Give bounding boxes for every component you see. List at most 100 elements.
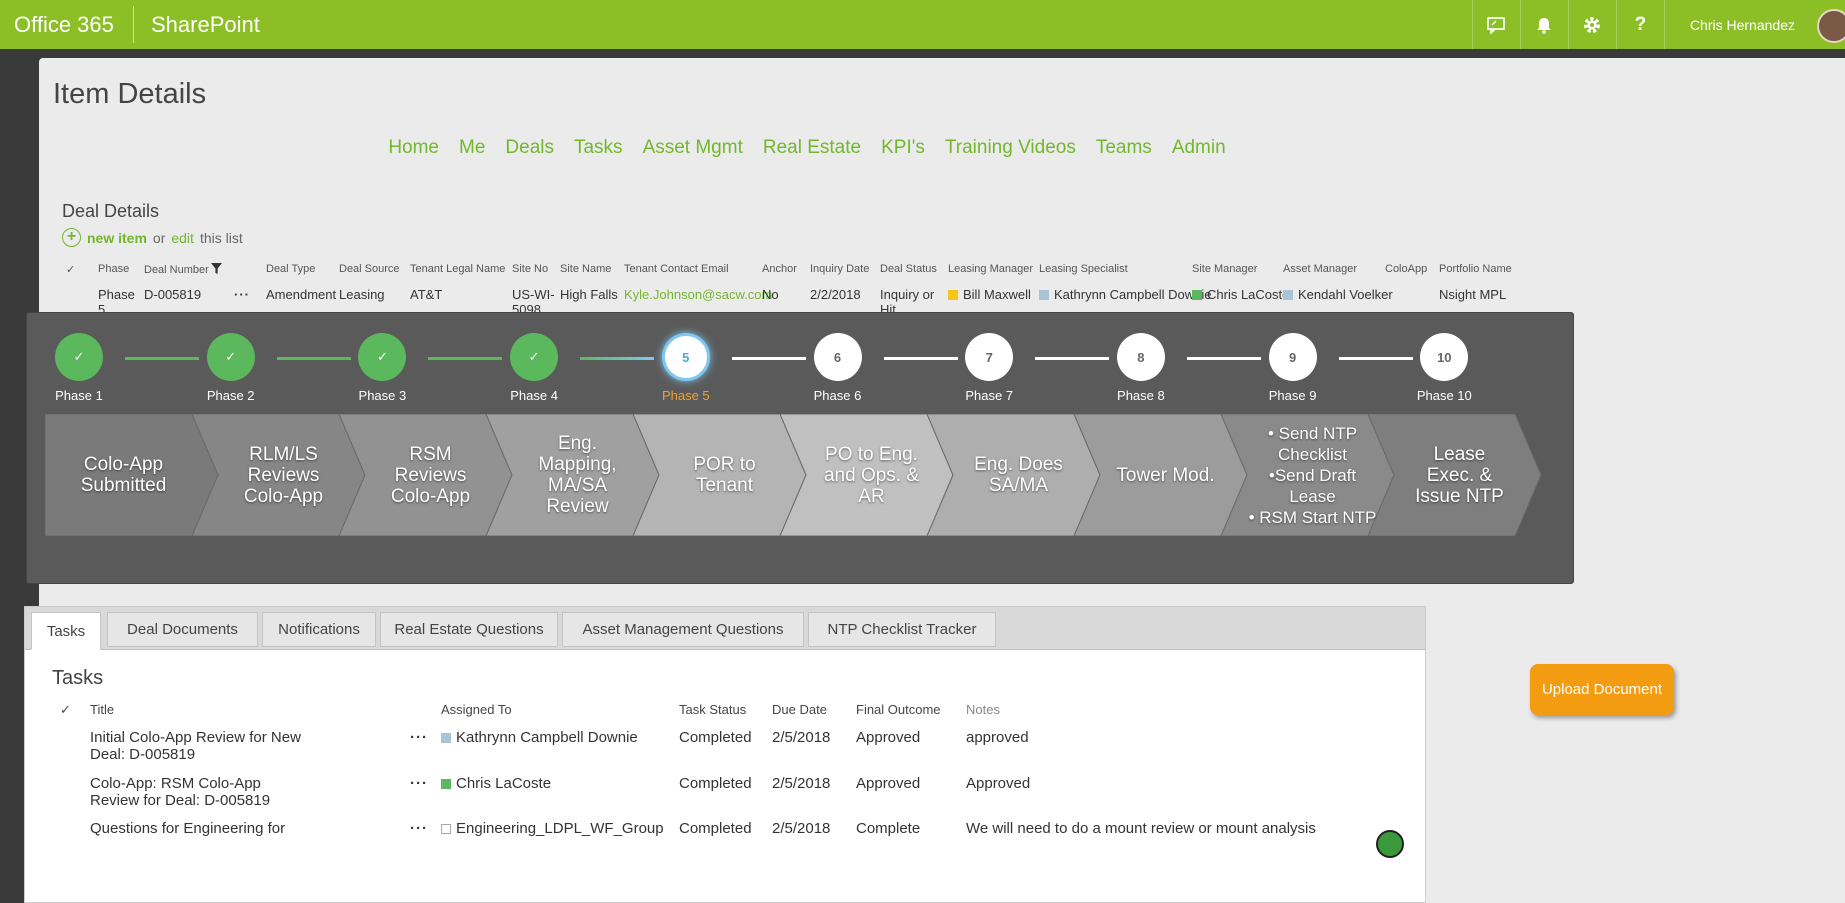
notifications-button[interactable] <box>1519 0 1568 49</box>
new-item-link[interactable]: new item <box>87 230 147 246</box>
phase-step[interactable]: 9 Phase 9 <box>1253 333 1333 403</box>
phase-step[interactable]: ✓ Phase 3 <box>342 333 422 403</box>
chat-button[interactable] <box>1471 0 1520 49</box>
col-deal-type[interactable]: Deal Type <box>266 263 315 275</box>
nav-kpis[interactable]: KPI's <box>881 137 925 159</box>
phase-label: Phase 3 <box>358 388 407 403</box>
col-due-date[interactable]: Due Date <box>772 702 827 717</box>
col-asset-manager[interactable]: Asset Manager <box>1283 263 1357 275</box>
refresh-icon[interactable] <box>1376 830 1404 858</box>
task-notes: We will need to do a mount review or mou… <box>966 820 1316 837</box>
col-site-name[interactable]: Site Name <box>560 263 611 275</box>
phase-step[interactable]: ✓ Phase 2 <box>191 333 271 403</box>
phase-connector <box>1035 357 1110 360</box>
phase-number: 9 <box>1268 333 1317 381</box>
add-icon[interactable]: + <box>62 228 81 247</box>
process-step-label: Tower Mod. <box>1116 464 1215 486</box>
check-icon: ✓ <box>510 333 559 381</box>
phase-step[interactable]: 10 Phase 10 <box>1404 333 1484 403</box>
phase-tracker: ✓ Phase 1 ✓ Phase 2 ✓ Phase 3 ✓ Phase 4 5 Phase 5… <box>26 312 1574 584</box>
new-item-bar: + new item or edit this list <box>62 228 243 247</box>
col-leasing-manager[interactable]: Leasing Manager <box>948 263 1033 275</box>
col-coloapp[interactable]: ColoApp <box>1385 263 1427 275</box>
nav-deals[interactable]: Deals <box>505 137 554 159</box>
col-anchor[interactable]: Anchor <box>762 263 797 275</box>
nav-asset-mgmt[interactable]: Asset Mgmt <box>643 137 743 159</box>
edit-list-link[interactable]: edit <box>171 230 194 246</box>
presence-indicator <box>1283 290 1293 300</box>
deal-tenant: AT&T <box>410 287 443 302</box>
col-portfolio-name[interactable]: Portfolio Name <box>1439 263 1512 275</box>
phase-step[interactable]: 5 Phase 5 <box>646 333 726 403</box>
tab-ntp-checklist-tracker[interactable]: NTP Checklist Tracker <box>808 612 996 647</box>
select-all-checkmark[interactable]: ✓ <box>66 263 75 276</box>
nav-tasks[interactable]: Tasks <box>574 137 623 159</box>
user-menu[interactable]: Chris Hernandez <box>1663 0 1845 49</box>
tab-real-estate-questions[interactable]: Real Estate Questions <box>380 612 558 647</box>
phase-label: Phase 4 <box>510 388 558 403</box>
help-button[interactable]: ? <box>1615 0 1664 49</box>
this-list-text: this list <box>199 229 243 246</box>
tab-tasks[interactable]: Tasks <box>31 612 101 650</box>
nav-teams[interactable]: Teams <box>1096 137 1152 159</box>
tab-asset-management-questions[interactable]: Asset Management Questions <box>562 612 804 647</box>
task-row[interactable]: Questions for Engineering for ··· Engine… <box>52 820 1422 864</box>
tab-deal-documents[interactable]: Deal Documents <box>107 612 258 647</box>
phase-step[interactable]: 8 Phase 8 <box>1101 333 1181 403</box>
nav-me[interactable]: Me <box>459 137 485 159</box>
office365-link[interactable]: Office 365 <box>14 12 114 38</box>
col-site-no[interactable]: Site No <box>512 263 548 275</box>
col-deal-source[interactable]: Deal Source <box>339 263 400 275</box>
ellipsis-menu-icon[interactable]: ··· <box>234 287 250 302</box>
ellipsis-menu-icon[interactable]: ··· <box>410 820 428 837</box>
deal-inquiry-date: 2/2/2018 <box>810 287 861 302</box>
col-task-status[interactable]: Task Status <box>679 702 746 717</box>
help-icon: ? <box>1634 13 1647 35</box>
nav-home[interactable]: Home <box>388 137 439 159</box>
user-name: Chris Hernandez <box>1689 16 1795 33</box>
col-notes[interactable]: Notes <box>966 702 1000 717</box>
col-tenant-contact-email[interactable]: Tenant Contact Email <box>624 263 729 275</box>
task-title[interactable]: Initial Colo-App Review for New Deal: D-… <box>90 729 310 763</box>
col-deal-number[interactable]: Deal Number <box>144 263 222 276</box>
phase-label: Phase 7 <box>965 388 1014 403</box>
tab-notifications[interactable]: Notifications <box>262 612 376 647</box>
select-all-checkmark[interactable]: ✓ <box>60 702 71 718</box>
chat-icon <box>1487 16 1506 34</box>
task-title[interactable]: Questions for Engineering for <box>90 820 285 837</box>
col-tenant-legal-name[interactable]: Tenant Legal Name <box>410 263 505 275</box>
phase-connector <box>276 357 351 360</box>
col-leasing-specialist[interactable]: Leasing Specialist <box>1039 263 1128 275</box>
nav-admin[interactable]: Admin <box>1172 137 1226 159</box>
phase-step[interactable]: 7 Phase 7 <box>949 333 1029 403</box>
task-assigned: Kathrynn Campbell Downie <box>441 729 638 746</box>
check-icon: ✓ <box>358 333 407 381</box>
process-step-label: • Send NTP Checklist •Send Draft Lease •… <box>1248 423 1377 527</box>
col-phase[interactable]: Phase <box>98 263 129 275</box>
task-due: 2/5/2018 <box>772 729 831 746</box>
task-row[interactable]: Colo-App: RSM Colo-App Review for Deal: … <box>52 775 1422 819</box>
col-inquiry-date[interactable]: Inquiry Date <box>810 263 869 275</box>
ellipsis-menu-icon[interactable]: ··· <box>410 729 428 746</box>
sharepoint-link[interactable]: SharePoint <box>151 12 260 38</box>
col-assigned-to[interactable]: Assigned To <box>441 702 512 717</box>
ellipsis-menu-icon[interactable]: ··· <box>410 775 428 792</box>
task-row[interactable]: Initial Colo-App Review for New Deal: D-… <box>52 729 1422 773</box>
task-assigned: Engineering_LDPL_WF_Group <box>441 820 664 837</box>
settings-button[interactable] <box>1567 0 1616 49</box>
nav-real-estate[interactable]: Real Estate <box>763 137 861 159</box>
upload-document-button[interactable]: Upload Document <box>1530 664 1674 715</box>
task-notes: Approved <box>966 775 1031 792</box>
phase-step[interactable]: ✓ Phase 4 <box>494 333 574 403</box>
deal-number[interactable]: D-005819 <box>144 287 201 302</box>
phase-step[interactable]: 6 Phase 6 <box>798 333 878 403</box>
col-site-manager[interactable]: Site Manager <box>1192 263 1257 275</box>
col-deal-status[interactable]: Deal Status <box>880 263 937 275</box>
nav-training-videos[interactable]: Training Videos <box>945 137 1076 159</box>
task-title[interactable]: Colo-App: RSM Colo-App Review for Deal: … <box>90 775 310 809</box>
phase-step[interactable]: ✓ Phase 1 <box>39 333 119 403</box>
deal-email-link[interactable]: Kyle.Johnson@sacw.com <box>624 287 772 302</box>
col-title[interactable]: Title <box>90 702 114 717</box>
col-final-outcome[interactable]: Final Outcome <box>856 702 941 717</box>
gear-icon <box>1584 16 1601 33</box>
